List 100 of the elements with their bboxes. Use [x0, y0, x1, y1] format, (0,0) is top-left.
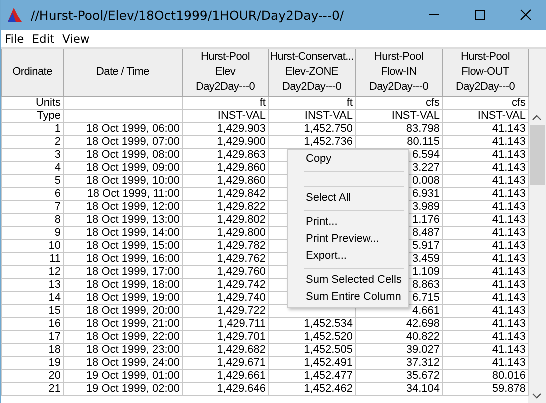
table-cell: 18 Oct 1999, 12:00: [64, 200, 182, 214]
table-cell: 18 Oct 1999, 14:00: [64, 226, 182, 240]
window-title: //Hurst-Pool/Elev/18Oct1999/1HOUR/Day2Day---0/: [31, 8, 346, 22]
table-cell: 18 Oct 1999, 18:00: [64, 278, 182, 292]
table-cell: 1,429.661: [182, 370, 268, 382]
maximize-icon[interactable]: [474, 9, 486, 21]
table-cell: INST-VAL: [356, 110, 442, 122]
table-cell: 41.143: [442, 214, 528, 226]
table-cell: 41.143: [442, 226, 528, 240]
table-cell: 19 Oct 1999, 01:00: [64, 370, 182, 382]
table-cell: 1,429.900: [182, 136, 268, 148]
scroll-up-icon[interactable]: [532, 115, 542, 121]
table-cell: 18 Oct 1999, 20:00: [64, 304, 182, 318]
row-number: 4: [2, 162, 64, 174]
scroll-down-icon[interactable]: [532, 393, 542, 399]
table-cell: INST-VAL: [268, 110, 356, 122]
row-number: 21: [2, 382, 64, 396]
row-number: 10: [2, 240, 64, 252]
table-cell: 18 Oct 1999, 11:00: [64, 188, 182, 200]
table-cell: 1,429.903: [182, 122, 268, 136]
table-cell: 41.143: [442, 136, 528, 148]
table-cell: 41.143: [442, 344, 528, 356]
table-cell: INST-VAL: [182, 110, 268, 122]
table-cell: 41.143: [442, 188, 528, 200]
table-cell: 1,429.860: [182, 162, 268, 174]
table-cell: 41.143: [442, 200, 528, 214]
table-cell: 1,429.842: [182, 188, 268, 200]
table-cell: 18 Oct 1999, 10:00: [64, 174, 182, 188]
table-cell: 18 Oct 1999, 23:00: [64, 344, 182, 356]
table-cell: 1,429.863: [182, 148, 268, 162]
menu-item[interactable]: File: [5, 32, 24, 46]
table-cell: 18 Oct 1999, 15:00: [64, 240, 182, 252]
column-header[interactable]: Ordinate: [2, 49, 64, 96]
table-cell: 1,452.477: [268, 370, 356, 382]
table-cell: 1,452.534: [268, 318, 356, 330]
row-number: 2: [2, 136, 64, 148]
table-cell: 41.143: [442, 240, 528, 252]
row-number: 17: [2, 330, 64, 344]
table-cell: 34.104: [356, 382, 442, 396]
row-number: 18: [2, 344, 64, 356]
row-number: 15: [2, 304, 64, 318]
table-cell: 18 Oct 1999, 17:00: [64, 266, 182, 278]
table-cell: 41.143: [442, 318, 528, 330]
table-cell: ft: [182, 96, 268, 110]
table-cell: 1,429.782: [182, 240, 268, 252]
table-cell: 1,452.750: [268, 122, 356, 136]
column-header[interactable]: Date / Time: [64, 49, 182, 96]
table-cell: 1,452.505: [268, 344, 356, 356]
row-number: 5: [2, 174, 64, 188]
table-cell: 41.143: [442, 292, 528, 304]
table-cell: 18 Oct 1999, 13:00: [64, 214, 182, 226]
table-cell: 1,429.711: [182, 318, 268, 330]
menu-item[interactable]: Edit: [32, 32, 55, 46]
row-number: 9: [2, 226, 64, 240]
table-cell: 41.143: [442, 356, 528, 370]
table-cell: 1,429.802: [182, 214, 268, 226]
table-cell: 19 Oct 1999, 02:00: [64, 382, 182, 396]
table-cell: 1,452.520: [268, 330, 356, 344]
row-number: 12: [2, 266, 64, 278]
menu-item[interactable]: View: [62, 32, 90, 46]
row-label: Units: [2, 96, 64, 110]
row-number: 3: [2, 148, 64, 162]
row-number: 6: [2, 188, 64, 200]
table-cell: 37.312: [356, 356, 442, 370]
table-cell: INST-VAL: [442, 110, 528, 122]
table-cell: 18 Oct 1999, 24:00: [64, 356, 182, 370]
row-number: 16: [2, 318, 64, 330]
scroll-thumb[interactable]: [530, 125, 544, 185]
table-cell: 59.878: [442, 382, 528, 396]
table-cell: 18 Oct 1999, 06:00: [64, 122, 182, 136]
table-cell: 35.672: [356, 370, 442, 382]
table-cell: 18 Oct 1999, 16:00: [64, 252, 182, 266]
table-cell: 18 Oct 1999, 19:00: [64, 292, 182, 304]
table-cell: 83.798: [356, 122, 442, 136]
table-cell: 18 Oct 1999, 21:00: [64, 318, 182, 330]
table-cell: cfs: [356, 96, 442, 110]
row-number: 1: [2, 122, 64, 136]
table-cell: cfs: [442, 96, 528, 110]
scrollbar[interactable]: [528, 49, 546, 403]
table-cell: 1,429.860: [182, 174, 268, 188]
table-cell: 1,429.740: [182, 292, 268, 304]
table-cell: 42.698: [356, 318, 442, 330]
row-number: 14: [2, 292, 64, 304]
table-cell: 41.143: [442, 122, 528, 136]
table-cell: 41.143: [442, 162, 528, 174]
table-cell: 41.143: [442, 266, 528, 278]
table-cell: 1,429.800: [182, 226, 268, 240]
table-cell: 1,429.701: [182, 330, 268, 344]
table-cell: 1,429.722: [182, 304, 268, 318]
close-icon[interactable]: [520, 9, 532, 21]
row-number: 8: [2, 214, 64, 226]
row-label: Type: [2, 110, 64, 122]
row-number: 19: [2, 356, 64, 370]
table-cell: 39.027: [356, 344, 442, 356]
table-cell: 1,429.682: [182, 344, 268, 356]
table-cell: 18 Oct 1999, 09:00: [64, 162, 182, 174]
table-cell: 1,429.646: [182, 382, 268, 396]
row-number: 20: [2, 370, 64, 382]
row-number: 7: [2, 200, 64, 214]
table-cell: 18 Oct 1999, 08:00: [64, 148, 182, 162]
